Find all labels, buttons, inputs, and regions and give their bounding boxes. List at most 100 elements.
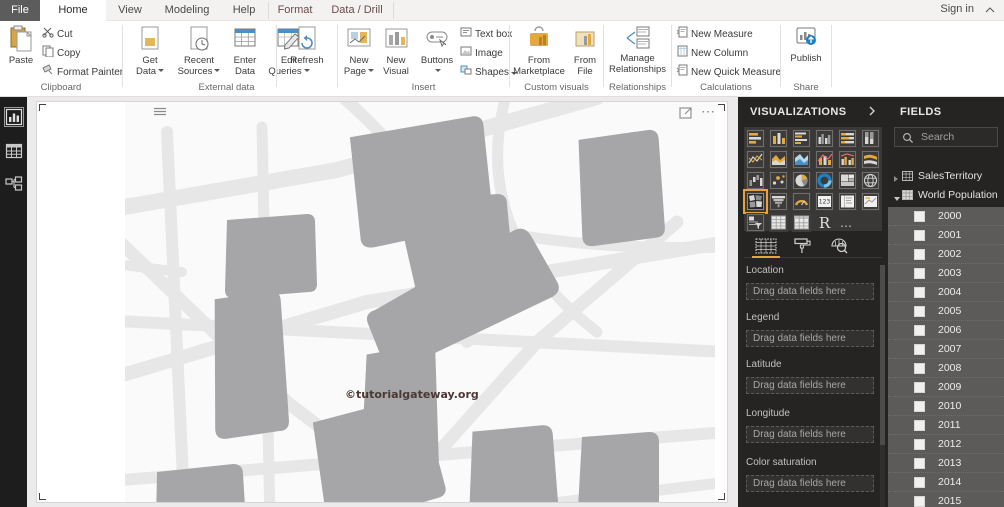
recent-sources-button[interactable]: Recent Sources <box>174 25 224 77</box>
field-checkbox[interactable] <box>914 268 925 279</box>
viz-icon-treemap[interactable] <box>838 171 857 190</box>
viz-icon-ribbon-chart[interactable] <box>861 150 880 169</box>
viz-icon-pie-chart[interactable] <box>792 171 811 190</box>
collapse-pane-chevron-icon[interactable] <box>866 105 878 117</box>
from-file-button[interactable]: From File <box>568 25 602 77</box>
tab-view[interactable]: View <box>106 0 154 21</box>
viz-icon-funnel[interactable] <box>769 192 788 211</box>
viz-icon-donut-chart[interactable] <box>815 171 834 190</box>
new-measure-button[interactable]: New Measure <box>676 26 753 42</box>
tab-modeling[interactable]: Modeling <box>154 0 220 21</box>
viz-icon-stacked-column-chart[interactable] <box>769 129 788 148</box>
field-row-2004[interactable]: 2004 <box>888 283 1004 302</box>
viz-icon-line-chart[interactable] <box>746 150 765 169</box>
format-painter-button[interactable]: Format Painter <box>42 64 123 80</box>
visual-drag-handle-icon[interactable] <box>152 107 168 117</box>
field-checkbox[interactable] <box>914 382 925 393</box>
viz-icon-stacked-area-chart[interactable] <box>792 150 811 169</box>
viz-icon-table[interactable] <box>769 213 788 232</box>
new-page-button[interactable]: New Page <box>341 25 377 77</box>
fields-table-world-population[interactable]: World Population <box>888 186 1004 205</box>
from-marketplace-button[interactable]: From Marketplace <box>511 25 567 77</box>
field-row-2002[interactable]: 2002 <box>888 245 1004 264</box>
field-row-2011[interactable]: 2011 <box>888 416 1004 435</box>
field-row-2013[interactable]: 2013 <box>888 454 1004 473</box>
viz-icon-map[interactable] <box>861 171 880 190</box>
field-checkbox[interactable] <box>914 230 925 241</box>
publish-button[interactable]: Publish <box>784 25 828 65</box>
well-dropzone-legend[interactable]: Drag data fields here <box>746 330 874 347</box>
viz-icon-100-stacked-bar-chart[interactable] <box>838 129 857 148</box>
tab-data-drill[interactable]: Data / Drill <box>321 0 393 21</box>
copy-button[interactable]: Copy <box>42 45 80 61</box>
manage-relationships-button[interactable]: Manage Relationships <box>606 25 669 75</box>
report-page[interactable]: ©tutorialgateway.org ⋯ <box>36 101 728 503</box>
viz-icon-100-stacked-column-chart[interactable] <box>861 129 880 148</box>
viz-icon-area-chart[interactable] <box>769 150 788 169</box>
viz-icon-clustered-column-chart[interactable] <box>815 129 834 148</box>
viz-icon-gauge[interactable] <box>792 192 811 211</box>
viz-icon-card[interactable]: 123 <box>815 192 834 211</box>
new-visual-button[interactable]: New Visual <box>378 25 414 77</box>
field-checkbox[interactable] <box>914 211 925 222</box>
enter-data-button[interactable]: Enter Data <box>226 25 264 77</box>
field-row-2000[interactable]: 2000 <box>888 207 1004 226</box>
tab-file[interactable]: File <box>0 0 40 21</box>
tab-format[interactable]: Format <box>269 0 321 21</box>
field-wells-scrollbar-thumb[interactable] <box>880 265 885 445</box>
field-checkbox[interactable] <box>914 249 925 260</box>
field-checkbox[interactable] <box>914 344 925 355</box>
well-dropzone-location[interactable]: Drag data fields here <box>746 283 874 300</box>
viz-icon-multi-row-card[interactable] <box>838 192 857 211</box>
new-column-button[interactable]: New Column <box>676 45 748 61</box>
tab-analytics[interactable] <box>822 236 858 257</box>
viz-icon-r-script-visual[interactable]: R <box>815 213 834 232</box>
visual-more-options-icon[interactable]: ⋯ <box>701 104 717 120</box>
viz-icon-stacked-bar-chart[interactable] <box>746 129 765 148</box>
viz-icon-line-and-clustered-column-chart[interactable] <box>838 150 857 169</box>
field-checkbox[interactable] <box>914 439 925 450</box>
viz-icon-more-options[interactable]: ⋯ <box>840 220 853 232</box>
field-row-2010[interactable]: 2010 <box>888 397 1004 416</box>
viz-icon-kpi[interactable] <box>861 192 880 211</box>
focus-mode-icon[interactable] <box>679 106 693 120</box>
field-checkbox[interactable] <box>914 496 925 507</box>
paste-button[interactable]: Paste <box>4 25 38 67</box>
viz-icon-line-and-stacked-column-chart[interactable] <box>815 150 834 169</box>
well-dropzone-longitude[interactable]: Drag data fields here <box>746 426 874 443</box>
sidebar-item-report-view[interactable] <box>4 107 24 127</box>
tab-fields[interactable] <box>748 236 784 258</box>
well-dropzone-color-saturation[interactable]: Drag data fields here <box>746 475 874 492</box>
field-row-2007[interactable]: 2007 <box>888 340 1004 359</box>
field-checkbox[interactable] <box>914 306 925 317</box>
refresh-button[interactable]: Refresh <box>283 25 331 67</box>
buttons-button[interactable]: Buttons <box>415 25 459 77</box>
get-data-button[interactable]: Get Data <box>128 25 172 77</box>
well-dropzone-latitude[interactable]: Drag data fields here <box>746 377 874 394</box>
image-button[interactable]: Image <box>460 45 503 61</box>
sidebar-item-model-view[interactable] <box>5 176 23 194</box>
fields-table-salesterritory[interactable]: SalesTerritory <box>888 167 1004 186</box>
cut-button[interactable]: Cut <box>42 26 73 42</box>
new-quick-measure-button[interactable]: New Quick Measure <box>676 64 781 80</box>
viz-icon-scatter-chart[interactable] <box>769 171 788 190</box>
text-box-button[interactable]: Text box <box>460 26 512 42</box>
search-input[interactable]: Search <box>894 127 998 147</box>
field-checkbox[interactable] <box>914 420 925 431</box>
viz-icon-waterfall-chart[interactable] <box>746 171 765 190</box>
field-row-2003[interactable]: 2003 <box>888 264 1004 283</box>
field-checkbox[interactable] <box>914 458 925 469</box>
field-row-2014[interactable]: 2014 <box>888 473 1004 492</box>
viz-icon-matrix[interactable] <box>792 213 811 232</box>
field-checkbox[interactable] <box>914 363 925 374</box>
field-checkbox[interactable] <box>914 287 925 298</box>
field-row-2005[interactable]: 2005 <box>888 302 1004 321</box>
tab-help[interactable]: Help <box>220 0 268 21</box>
field-row-2008[interactable]: 2008 <box>888 359 1004 378</box>
tab-format[interactable] <box>786 236 822 257</box>
viz-icon-slicer[interactable] <box>746 213 765 232</box>
sign-in-link[interactable]: Sign in <box>940 3 974 15</box>
field-row-2015[interactable]: 2015 <box>888 492 1004 507</box>
chevron-up-icon[interactable] <box>984 4 996 16</box>
filled-map-visual[interactable]: ©tutorialgateway.org ⋯ <box>37 102 727 502</box>
